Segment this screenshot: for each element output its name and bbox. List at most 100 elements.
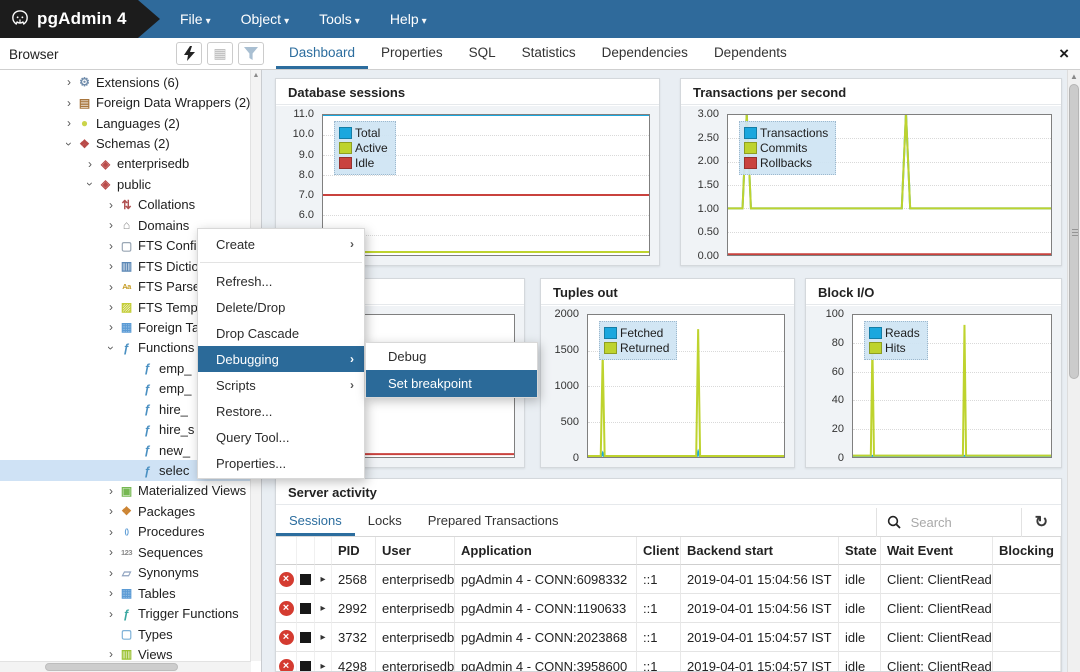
chevron-right-icon[interactable]: › [104, 259, 118, 273]
tree-item-types[interactable]: ›▢Types [0, 624, 251, 644]
tree-item-languages-2-[interactable]: ›●Languages (2) [0, 113, 251, 133]
tab-statistics[interactable]: Statistics [509, 38, 589, 69]
menu-item-restore-[interactable]: Restore... [198, 398, 364, 424]
types-icon: ▢ [118, 627, 135, 641]
submenu-item-set-breakpoint[interactable]: Set breakpoint [366, 370, 537, 397]
tab-sql[interactable]: SQL [456, 38, 509, 69]
dashboard-scroll-thumb[interactable] [1069, 84, 1079, 379]
search-input[interactable] [911, 515, 1021, 530]
chevron-right-icon[interactable]: › [104, 198, 118, 212]
tree-item-collations[interactable]: ›⇅Collations [0, 195, 251, 215]
session-details-icon[interactable] [300, 603, 311, 614]
chevron-right-icon[interactable]: › [62, 75, 76, 89]
menu-item-properties-[interactable]: Properties... [198, 450, 364, 476]
scroll-up-icon[interactable]: ▲ [1068, 72, 1080, 81]
menu-help[interactable]: Help▾ [390, 11, 427, 27]
chart-plot: TransactionsCommitsRollbacks [727, 114, 1052, 256]
expand-row-icon[interactable]: ▸ [320, 661, 325, 672]
expand-row-icon[interactable]: ▸ [320, 603, 325, 614]
filter-icon[interactable] [238, 42, 264, 65]
chevron-right-icon[interactable]: › [104, 586, 118, 600]
session-details-icon[interactable] [300, 661, 311, 672]
sa-tab-prepared-transactions[interactable]: Prepared Transactions [415, 507, 572, 536]
kill-session-icon[interactable]: × [279, 572, 294, 587]
chevron-right-icon[interactable]: › [104, 566, 118, 580]
dashboard-vertical-scrollbar[interactable]: ▲ [1067, 70, 1080, 672]
menu-item-drop-cascade[interactable]: Drop Cascade [198, 320, 364, 346]
refresh-icon[interactable]: ↻ [1022, 512, 1061, 532]
tree-item-label: enterprisedb [117, 156, 189, 171]
chevron-down-icon[interactable]: › [62, 137, 76, 151]
y-tick-label: 0.50 [698, 226, 719, 238]
menu-tools[interactable]: Tools▾ [319, 11, 360, 27]
tab-dashboard[interactable]: Dashboard [276, 38, 368, 69]
chevron-right-icon[interactable]: › [104, 320, 118, 334]
menu-item-refresh-[interactable]: Refresh... [198, 268, 364, 294]
menu-item-create[interactable]: Create› [198, 231, 364, 257]
tree-item-materialized-views[interactable]: ›▣Materialized Views [0, 481, 251, 501]
tree-item-enterprisedb[interactable]: ›◈enterprisedb [0, 154, 251, 174]
chevron-right-icon[interactable]: › [104, 545, 118, 559]
chevron-right-icon[interactable]: › [104, 218, 118, 232]
chevron-right-icon[interactable]: › [104, 484, 118, 498]
kill-session-icon[interactable]: × [279, 630, 294, 645]
tab-dependencies[interactable]: Dependencies [589, 38, 701, 69]
sa-tab-locks[interactable]: Locks [355, 507, 415, 536]
tree-item-schemas-2-[interactable]: ›❖Schemas (2) [0, 133, 251, 153]
chevron-right-icon[interactable]: › [62, 116, 76, 130]
search-icon[interactable] [877, 515, 911, 529]
legend-entry: Transactions [744, 126, 828, 140]
menu-file[interactable]: File▾ [180, 11, 211, 27]
cell-wait-event: Client: ClientRead [881, 594, 993, 623]
context-menu: Create› Refresh...Delete/DropDrop Cascade… [197, 228, 365, 479]
view-data-icon[interactable]: ▦ [207, 42, 233, 65]
tree-item-sequences[interactable]: ›123Sequences [0, 542, 251, 562]
tree-item-packages[interactable]: ›❖Packages [0, 501, 251, 521]
tab-dependents[interactable]: Dependents [701, 38, 800, 69]
submenu-item-debug[interactable]: Debug [366, 343, 537, 370]
menu-item-scripts[interactable]: Scripts› [198, 372, 364, 398]
chevron-right-icon[interactable]: › [62, 96, 76, 110]
tree-item-label: Extensions (6) [96, 75, 179, 90]
tree-item-foreign-data-wrappers-2-[interactable]: ›▤Foreign Data Wrappers (2) [0, 92, 251, 112]
menu-item-debugging[interactable]: Debugging› [198, 346, 364, 372]
tree-item-extensions-6-[interactable]: ›⚙Extensions (6) [0, 72, 251, 92]
chevron-right-icon[interactable]: › [104, 239, 118, 253]
session-details-icon[interactable] [300, 632, 311, 643]
chevron-right-icon[interactable]: › [104, 525, 118, 539]
menu-item-delete-drop[interactable]: Delete/Drop [198, 294, 364, 320]
y-tick-label: 0.00 [698, 250, 719, 262]
expand-row-icon[interactable]: ▸ [320, 574, 325, 585]
tree-item-public[interactable]: ›◈public [0, 174, 251, 194]
kill-session-icon[interactable]: × [279, 601, 294, 616]
tree-item-synonyms[interactable]: ›▱Synonyms [0, 563, 251, 583]
tree-item-tables[interactable]: ›▦Tables [0, 583, 251, 603]
tree-toolbar: ▦ [176, 42, 264, 65]
chevron-right-icon[interactable]: › [104, 300, 118, 314]
tree-hscroll-thumb[interactable] [45, 663, 178, 671]
query-tool-icon[interactable] [176, 42, 202, 65]
scroll-up-icon[interactable]: ▲ [251, 72, 261, 79]
chevron-down-icon[interactable]: › [104, 341, 118, 355]
sa-tab-sessions[interactable]: Sessions [276, 507, 355, 536]
cell-user: enterprisedb [376, 623, 455, 652]
chevron-right-icon[interactable]: › [104, 607, 118, 621]
chevron-right-icon[interactable]: › [104, 504, 118, 518]
expand-row-icon[interactable]: ▸ [320, 632, 325, 643]
session-details-icon[interactable] [300, 574, 311, 585]
chevron-right-icon[interactable]: › [104, 647, 118, 661]
tree-item-label: new_ [159, 443, 190, 458]
tree-item-trigger-functions[interactable]: ›ƒTrigger Functions [0, 603, 251, 623]
menu-object[interactable]: Object▾ [241, 11, 290, 27]
close-icon[interactable]: × [1059, 44, 1069, 64]
kill-session-icon[interactable]: × [279, 659, 294, 672]
y-tick-label: 1.50 [698, 179, 719, 191]
chevron-down-icon[interactable]: › [83, 177, 97, 191]
chevron-right-icon[interactable]: › [83, 157, 97, 171]
tree-horizontal-scrollbar[interactable] [0, 661, 251, 672]
menu-item-query-tool-[interactable]: Query Tool... [198, 424, 364, 450]
tab-properties[interactable]: Properties [368, 38, 456, 69]
chevron-right-icon[interactable]: › [104, 280, 118, 294]
tree-item-procedures[interactable]: ›()Procedures [0, 522, 251, 542]
legend-entry: Reads [869, 326, 920, 340]
